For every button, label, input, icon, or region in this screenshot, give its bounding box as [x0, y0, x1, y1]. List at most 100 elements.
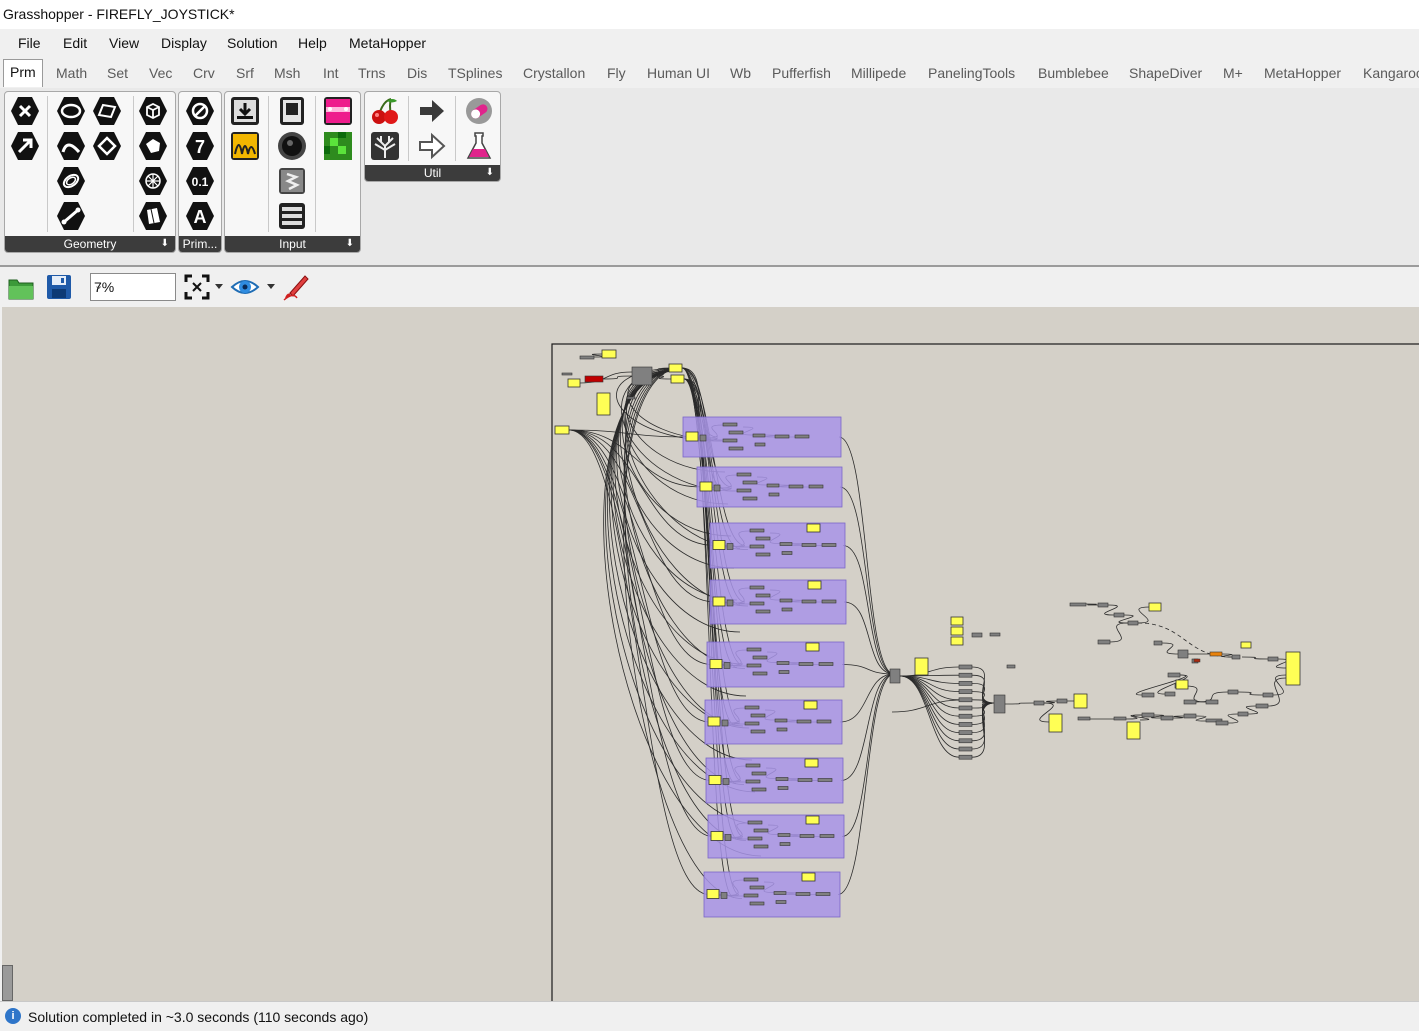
component-node[interactable]: [779, 542, 793, 546]
component-node[interactable]: [774, 434, 790, 439]
component-node[interactable]: [749, 544, 765, 549]
component-node[interactable]: [775, 900, 787, 904]
component-node[interactable]: [1205, 699, 1219, 705]
panel-node[interactable]: [708, 775, 722, 785]
tab-mplus[interactable]: M+: [1223, 65, 1243, 81]
component-node[interactable]: [750, 713, 766, 718]
text-param-icon[interactable]: A: [184, 200, 216, 232]
component-node[interactable]: [958, 689, 973, 694]
panel-node[interactable]: [801, 872, 816, 882]
component-node[interactable]: [776, 727, 788, 732]
panel-node[interactable]: [1285, 651, 1301, 686]
component-node[interactable]: [781, 551, 793, 555]
tab-kangaroo[interactable]: Kangaroo: [1363, 65, 1419, 81]
component-node[interactable]: [752, 655, 768, 660]
panel-node[interactable]: [804, 758, 819, 768]
tab-metahopper[interactable]: MetaHopper: [1264, 65, 1341, 81]
component-node[interactable]: [779, 842, 791, 846]
component-node[interactable]: [631, 366, 653, 386]
panel-node[interactable]: [710, 831, 724, 841]
component-node[interactable]: [801, 599, 817, 604]
panel-node[interactable]: [601, 349, 617, 359]
line-param-icon[interactable]: [55, 200, 87, 232]
canvas-scroll-grip[interactable]: [2, 965, 13, 1001]
tab-bumblebee[interactable]: Bumblebee: [1038, 65, 1109, 81]
circle-param-icon[interactable]: [55, 95, 87, 127]
menu-solution[interactable]: Solution: [227, 35, 278, 51]
tab-crystallon[interactable]: Crystallon: [523, 65, 585, 81]
component-node[interactable]: [1262, 692, 1274, 698]
component-node[interactable]: [889, 668, 901, 684]
component-node[interactable]: [1069, 602, 1087, 607]
component-node[interactable]: [736, 488, 752, 493]
component-node[interactable]: [821, 599, 837, 604]
component-node[interactable]: [744, 705, 760, 710]
panel-node[interactable]: [706, 889, 720, 899]
panel-node[interactable]: [670, 374, 685, 384]
component-node[interactable]: [958, 697, 973, 703]
component-node[interactable]: [743, 893, 759, 898]
zoom-extents-icon[interactable]: [182, 272, 212, 302]
swatch-icon[interactable]: [322, 130, 354, 162]
component-node[interactable]: [958, 664, 973, 670]
gradient-icon[interactable]: [322, 95, 354, 127]
tab-shapediver[interactable]: ShapeDiver: [1129, 65, 1202, 81]
tab-human-ui[interactable]: Human UI: [647, 65, 710, 81]
component-node[interactable]: [821, 543, 837, 547]
component-node[interactable]: [1113, 716, 1127, 721]
component-node[interactable]: [749, 901, 765, 906]
component-node[interactable]: [1183, 713, 1197, 719]
component-node[interactable]: [746, 647, 762, 652]
chevron-down-icon[interactable]: [214, 283, 224, 291]
value-list-icon[interactable]: [276, 165, 308, 197]
panel-input-footer[interactable]: Input ⬇: [225, 236, 360, 252]
component-node[interactable]: [766, 483, 780, 488]
component-node[interactable]: [1215, 720, 1229, 726]
field-param-icon[interactable]: [55, 165, 87, 197]
panel-node[interactable]: [806, 523, 821, 533]
component-node[interactable]: [817, 778, 833, 782]
component-node[interactable]: [1097, 602, 1109, 608]
component-node[interactable]: [1141, 712, 1155, 718]
component-node[interactable]: [747, 820, 763, 825]
component-node[interactable]: [1267, 656, 1279, 662]
cherry-icon[interactable]: [369, 95, 401, 127]
panel-node[interactable]: [1073, 693, 1088, 709]
tab-math[interactable]: Math: [56, 65, 87, 81]
component-node[interactable]: [775, 777, 789, 781]
component-node[interactable]: [971, 632, 983, 638]
component-node[interactable]: [1177, 649, 1189, 659]
component-node[interactable]: [749, 528, 765, 533]
component-node[interactable]: [728, 446, 744, 451]
point-param-icon[interactable]: [91, 130, 123, 162]
component-node[interactable]: [713, 484, 721, 492]
component-node[interactable]: [799, 834, 815, 838]
component-node[interactable]: [958, 746, 973, 752]
panel-node[interactable]: [699, 481, 713, 492]
menu-metahopper[interactable]: MetaHopper: [349, 35, 426, 51]
component-node[interactable]: [726, 599, 734, 607]
panel-node[interactable]: [803, 700, 818, 710]
panel-node[interactable]: [668, 363, 683, 373]
tree-icon[interactable]: [369, 130, 401, 162]
component-node[interactable]: [781, 607, 793, 612]
component-node[interactable]: [749, 585, 765, 590]
component-node[interactable]: [958, 730, 973, 735]
component-node[interactable]: [773, 891, 787, 895]
panel-util-footer[interactable]: Util ⬇: [365, 165, 500, 181]
component-node[interactable]: [755, 609, 771, 614]
component-node[interactable]: [579, 355, 595, 360]
panel-node[interactable]: [567, 378, 581, 388]
tab-srf[interactable]: Srf: [236, 65, 254, 81]
component-node[interactable]: [755, 593, 771, 598]
tab-tsplines[interactable]: TSplines: [448, 65, 502, 81]
jump-right-icon[interactable]: [416, 95, 448, 127]
expand-arrow-icon[interactable]: ⬇: [486, 165, 494, 181]
panel-node[interactable]: [805, 815, 820, 825]
panel-node[interactable]: [707, 716, 721, 727]
component-node[interactable]: [626, 396, 636, 400]
component-node[interactable]: [808, 484, 824, 489]
open-file-icon[interactable]: [6, 272, 36, 302]
component-node[interactable]: [736, 472, 752, 477]
panel-node[interactable]: [1240, 641, 1252, 649]
